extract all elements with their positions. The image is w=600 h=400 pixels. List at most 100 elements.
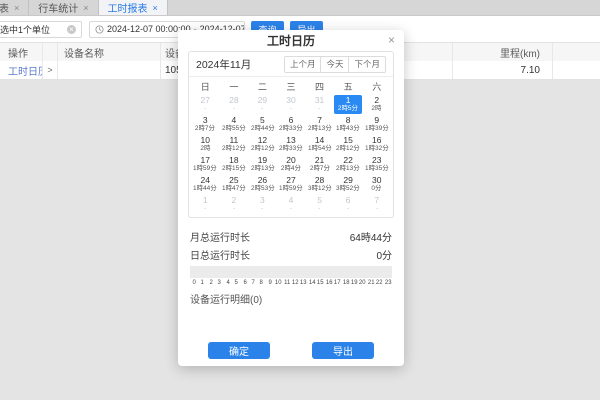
calendar-day-duration: 2時13分 — [336, 165, 360, 172]
hour-label: 12 — [292, 280, 299, 286]
calendar-day-cell[interactable]: 29 - — [249, 95, 277, 114]
calendar-day-cell[interactable]: 13 2時33分 — [277, 135, 305, 154]
header-operation: 操作 — [0, 43, 43, 61]
calendar-day-duration: 2時12分 — [336, 145, 360, 152]
calendar-day-cell[interactable]: 30 - — [277, 95, 305, 114]
hour-label: 8 — [258, 280, 265, 286]
stat-label: 月总运行时长 — [190, 229, 250, 244]
calendar-day-cell[interactable]: 6 2時33分 — [277, 115, 305, 134]
calendar-day-duration: - — [204, 105, 206, 112]
calendar-day-duration: - — [318, 105, 320, 112]
weekday-label: 五 — [334, 80, 363, 93]
calendar-day-cell[interactable]: 21 2時7分 — [306, 155, 334, 174]
calendar-day-duration: - — [318, 205, 320, 212]
modal-footer: 确定 导出 — [178, 342, 404, 359]
calendar-day-cell[interactable]: 4 2時55分 — [220, 115, 248, 134]
hour-label: 19 — [351, 280, 358, 286]
calendar-day-cell[interactable]: 22 2時13分 — [334, 155, 362, 174]
calendar-day-cell[interactable]: 7 - — [363, 195, 391, 214]
calendar-day-duration: 2時15分 — [222, 165, 246, 172]
close-icon[interactable]: × — [388, 33, 395, 47]
prev-month-button[interactable]: 上个月 — [284, 56, 322, 73]
calendar-day-duration: 2時4分 — [281, 165, 301, 172]
calendar-day-cell[interactable]: 16 1時32分 — [363, 135, 391, 154]
weekday-row: 日一二三四五六 — [189, 76, 393, 94]
hour-label: 20 — [359, 280, 366, 286]
calendar-day-number: 10 — [201, 135, 210, 145]
calendar-day-cell[interactable]: 2 2時 — [363, 95, 391, 114]
calendar-day-number: 1 — [203, 195, 208, 205]
calendar-day-cell[interactable]: 27 1時59分 — [277, 175, 305, 194]
calendar-day-number: 17 — [201, 155, 210, 165]
work-hours-calendar-link[interactable]: 工时日历 — [8, 63, 43, 78]
calendar-day-cell[interactable]: 27 - — [192, 95, 220, 114]
calendar-day-cell[interactable]: 1 - — [192, 195, 220, 214]
calendar-day-number: 29 — [343, 175, 352, 185]
hour-label: 1 — [199, 280, 206, 286]
export-button-modal[interactable]: 导出 — [312, 342, 374, 359]
calendar-day-number: 27 — [286, 175, 295, 185]
calendar-day-cell[interactable]: 17 1時59分 — [192, 155, 220, 174]
calendar-grid: 27 - 28 - 29 - 30 - — [189, 94, 393, 217]
calendar-day-cell[interactable]: 15 2時12分 — [334, 135, 362, 154]
page-tab[interactable]: 工时报表 × — [99, 0, 168, 15]
calendar-day-cell[interactable]: 5 - — [306, 195, 334, 214]
unit-filter-input[interactable]: 选中1个单位 × — [0, 21, 82, 38]
hour-label: 13 — [300, 280, 307, 286]
today-button[interactable]: 今天 — [321, 56, 349, 73]
calendar-day-cell[interactable]: 26 2時53分 — [249, 175, 277, 194]
calendar-day-number: 16 — [372, 135, 381, 145]
calendar-day-cell[interactable]: 31 - — [306, 95, 334, 114]
calendar-day-cell[interactable]: 28 3時12分 — [306, 175, 334, 194]
calendar-day-cell[interactable]: 29 3時52分 — [334, 175, 362, 194]
stat-label: 日总运行时长 — [190, 247, 250, 262]
confirm-button[interactable]: 确定 — [208, 342, 270, 359]
calendar-day-cell[interactable]: 24 1時44分 — [192, 175, 220, 194]
calendar-day-duration: - — [233, 205, 235, 212]
calendar-day-number: 31 — [315, 95, 324, 105]
calendar-day-number: 1 — [346, 95, 351, 105]
page-tab[interactable]: 表 × — [0, 0, 29, 15]
clear-icon[interactable]: × — [67, 25, 76, 34]
calendar-day-cell[interactable]: 14 1時54分 — [306, 135, 334, 154]
calendar-day-duration: 1時43分 — [336, 125, 360, 132]
calendar-day-cell[interactable]: 12 2時12分 — [249, 135, 277, 154]
tab-close-icon[interactable]: × — [14, 3, 19, 13]
calendar-day-number: 11 — [229, 135, 238, 145]
calendar-day-cell[interactable]: 30 0分 — [363, 175, 391, 194]
calendar-day-duration: - — [290, 105, 292, 112]
calendar-day-cell[interactable]: 2 - — [220, 195, 248, 214]
calendar-day-duration: - — [233, 105, 235, 112]
calendar-day-cell[interactable]: 3 - — [249, 195, 277, 214]
calendar-day-cell[interactable]: 5 2時44分 — [249, 115, 277, 134]
calendar-day-cell[interactable]: 20 2時4分 — [277, 155, 305, 174]
calendar-day-cell[interactable]: 8 1時43分 — [334, 115, 362, 134]
modal-header: 工时日历 × — [178, 30, 404, 51]
calendar-day-duration: 2時13分 — [251, 165, 275, 172]
tab-close-icon[interactable]: × — [153, 3, 158, 13]
calendar-day-cell[interactable]: 19 2時13分 — [249, 155, 277, 174]
row-expand-icon[interactable]: > — [47, 65, 52, 75]
calendar-day-cell[interactable]: 11 2時12分 — [220, 135, 248, 154]
calendar-day-duration: 2時33分 — [279, 145, 303, 152]
calendar-day-cell[interactable]: 10 2時 — [192, 135, 220, 154]
stat-value: 64時44分 — [350, 229, 392, 244]
calendar-day-cell[interactable]: 23 1時35分 — [363, 155, 391, 174]
calendar-day-number: 21 — [315, 155, 324, 165]
calendar-day-cell[interactable]: 4 - — [277, 195, 305, 214]
hour-label: 22 — [376, 280, 383, 286]
calendar-day-cell[interactable]: 6 - — [334, 195, 362, 214]
calendar-header: 2024年11月 上个月 今天 下个月 — [189, 52, 393, 76]
calendar-day-cell[interactable]: 25 1時47分 — [220, 175, 248, 194]
calendar-day-cell[interactable]: 3 2時7分 — [192, 115, 220, 134]
hour-label: 9 — [266, 280, 273, 286]
calendar-day-cell[interactable]: 28 - — [220, 95, 248, 114]
next-month-button[interactable]: 下个月 — [349, 56, 386, 73]
tab-close-icon[interactable]: × — [83, 3, 88, 13]
calendar-day-cell[interactable]: 1 2時5分 — [334, 95, 362, 114]
calendar-day-number: 2 — [374, 95, 379, 105]
calendar-day-cell[interactable]: 9 1時39分 — [363, 115, 391, 134]
page-tab[interactable]: 行车统计 × — [29, 0, 98, 15]
calendar-day-cell[interactable]: 7 2時13分 — [306, 115, 334, 134]
calendar-day-cell[interactable]: 18 2時15分 — [220, 155, 248, 174]
